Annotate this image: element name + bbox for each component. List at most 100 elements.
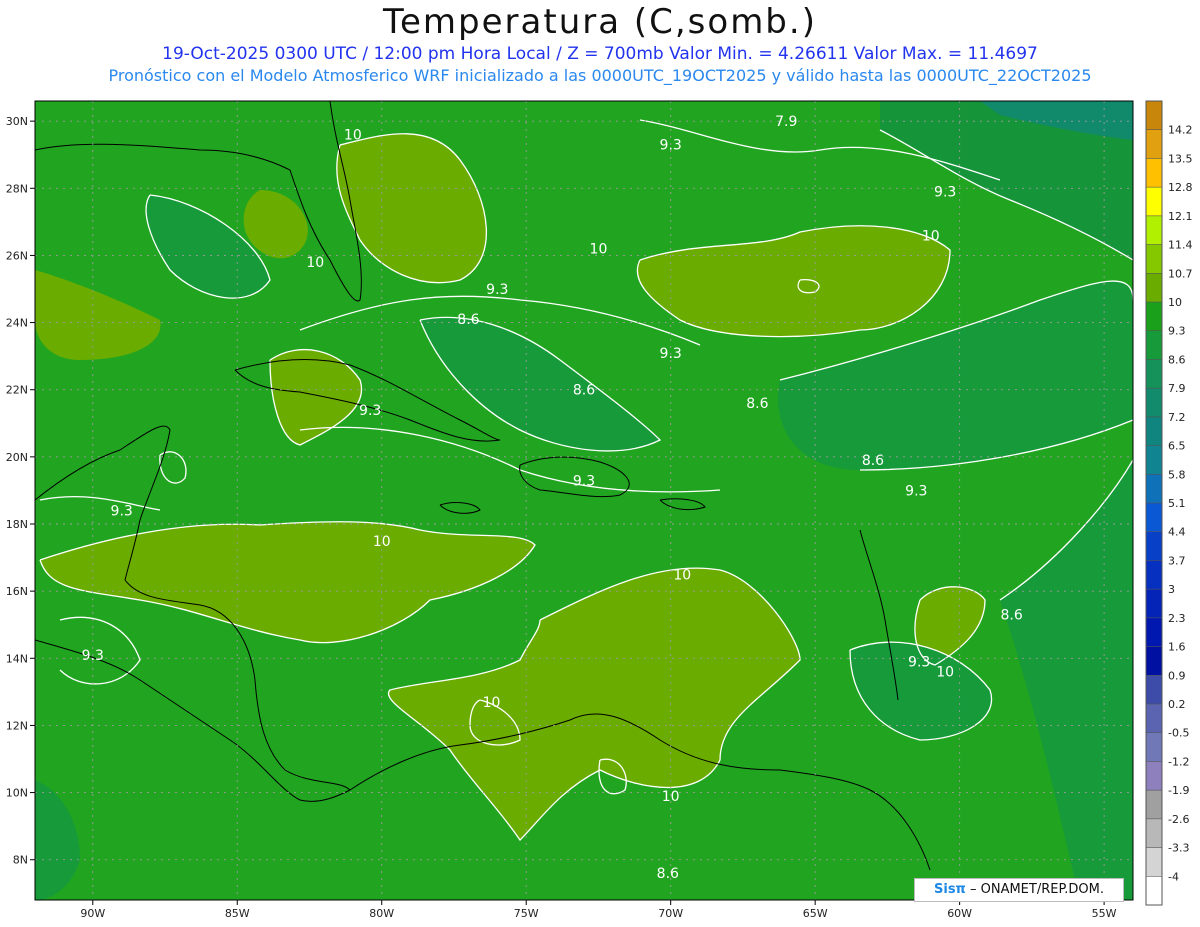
lon-tick-label: 85W bbox=[225, 907, 250, 920]
colorbar-label: 3 bbox=[1168, 583, 1175, 596]
contour-label: 10 bbox=[483, 695, 501, 711]
colorbar-swatch bbox=[1146, 474, 1162, 504]
colorbar-swatch bbox=[1146, 732, 1162, 762]
colorbar-swatch bbox=[1146, 330, 1162, 360]
contour-label: 10 bbox=[922, 228, 940, 244]
contour-label: 8.6 bbox=[1001, 608, 1023, 624]
colorbar-swatch bbox=[1146, 589, 1162, 619]
contour-label: 9.3 bbox=[359, 403, 381, 419]
lat-tick-label: 26N bbox=[6, 249, 28, 262]
lon-tick-label: 55W bbox=[1092, 907, 1117, 920]
contour-label: 9.3 bbox=[486, 282, 508, 298]
colorbar-label: -2.6 bbox=[1168, 813, 1189, 826]
contour-label: 10 bbox=[344, 128, 362, 144]
colorbar-swatch bbox=[1146, 675, 1162, 705]
colorbar-label: 5.8 bbox=[1168, 468, 1186, 481]
contour-label: 8.6 bbox=[746, 396, 768, 412]
lat-tick-label: 24N bbox=[6, 317, 28, 330]
contour-label: 10 bbox=[936, 665, 954, 681]
colorbar-label: -3.3 bbox=[1168, 842, 1189, 855]
lon-tick-label: 80W bbox=[369, 907, 394, 920]
colorbar-label: 0.2 bbox=[1168, 698, 1186, 711]
contour-label: 9.3 bbox=[82, 648, 104, 664]
colorbar-label: 13.5 bbox=[1168, 152, 1193, 165]
lat-tick-label: 8N bbox=[13, 854, 28, 867]
colorbar-label: -1.2 bbox=[1168, 755, 1189, 768]
colorbar-swatch bbox=[1146, 790, 1162, 820]
lat-tick-label: 14N bbox=[6, 652, 28, 665]
contour-label: 10 bbox=[590, 242, 608, 258]
contour-label: 10 bbox=[373, 534, 391, 550]
contour-label: 9.3 bbox=[660, 346, 682, 362]
lat-tick-label: 18N bbox=[6, 518, 28, 531]
colorbar-label: 10 bbox=[1168, 296, 1182, 309]
colorbar-label: 8.6 bbox=[1168, 353, 1186, 366]
contour-label: 9.3 bbox=[934, 185, 956, 201]
colorbar-label: 11.4 bbox=[1168, 239, 1193, 252]
lon-tick-label: 90W bbox=[80, 907, 105, 920]
colorbar-swatch bbox=[1146, 359, 1162, 389]
colorbar-label: -1.9 bbox=[1168, 784, 1189, 797]
colorbar-swatch bbox=[1146, 761, 1162, 791]
sispi-logo: Sisπ bbox=[934, 882, 966, 897]
colorbar-swatch bbox=[1146, 302, 1162, 332]
colorbar-swatch bbox=[1146, 187, 1162, 217]
colorbar-label: 2.3 bbox=[1168, 612, 1186, 625]
colorbar-swatch bbox=[1146, 273, 1162, 303]
lat-tick-label: 20N bbox=[6, 451, 28, 464]
colorbar-label: 3.7 bbox=[1168, 554, 1186, 567]
contour-label: 9.3 bbox=[660, 138, 682, 154]
lon-tick-label: 60W bbox=[947, 907, 972, 920]
colorbar-label: 5.1 bbox=[1168, 497, 1186, 510]
colorbar-label: 12.1 bbox=[1168, 210, 1193, 223]
colorbar-swatch bbox=[1146, 704, 1162, 734]
colorbar-label: 6.5 bbox=[1168, 440, 1186, 453]
colorbar-swatch bbox=[1146, 847, 1162, 877]
colorbar-label: 9.3 bbox=[1168, 325, 1186, 338]
colorbar-label: 1.6 bbox=[1168, 641, 1186, 654]
lat-tick-label: 30N bbox=[6, 115, 28, 128]
temperature-map: 10 7.9 9.3 9.3 10 10 10 9.3 8.6 9.3 8.6 8.6 9.3 8.6 9.… bbox=[6, 100, 1193, 920]
colorbar-swatch bbox=[1146, 531, 1162, 561]
lat-tick-label: 12N bbox=[6, 719, 28, 732]
contour-label: 8.6 bbox=[573, 383, 595, 399]
colorbar-label: -4 bbox=[1168, 870, 1179, 883]
contour-label: 8.6 bbox=[457, 312, 479, 328]
contour-label: 10 bbox=[662, 789, 680, 805]
contour-label: 8.6 bbox=[657, 866, 679, 882]
colorbar-swatch bbox=[1146, 244, 1162, 274]
contour-label: 7.9 bbox=[775, 114, 797, 130]
colorbar-swatch bbox=[1146, 876, 1162, 906]
colorbar-swatch bbox=[1146, 101, 1162, 131]
colorbar-swatch bbox=[1146, 129, 1162, 159]
colorbar-swatch bbox=[1146, 158, 1162, 188]
colorbar-swatch bbox=[1146, 215, 1162, 246]
contour-label: 9.3 bbox=[905, 483, 927, 499]
lat-tick-label: 28N bbox=[6, 182, 28, 195]
lat-tick-label: 22N bbox=[6, 384, 28, 397]
lon-tick-label: 75W bbox=[514, 907, 539, 920]
colorbar-label: 10.7 bbox=[1168, 267, 1193, 280]
colorbar-label: 4.4 bbox=[1168, 526, 1186, 539]
colorbar-label: 7.9 bbox=[1168, 382, 1186, 395]
lat-tick-label: 10N bbox=[6, 787, 28, 800]
colorbar-swatch bbox=[1146, 560, 1162, 590]
lon-tick-label: 65W bbox=[803, 907, 828, 920]
contour-label: 8.6 bbox=[862, 453, 884, 469]
colorbar-swatch bbox=[1146, 503, 1162, 533]
colorbar-swatch bbox=[1146, 445, 1162, 475]
colorbar-label: 0.9 bbox=[1168, 669, 1186, 682]
credit-box: Sisπ – ONAMET/REP.DOM. bbox=[914, 878, 1124, 902]
contour-label: 9.3 bbox=[908, 655, 930, 671]
contour-label: 9.3 bbox=[111, 504, 133, 520]
colorbar-swatch bbox=[1146, 416, 1162, 447]
colorbar-swatch bbox=[1146, 818, 1162, 849]
contour-label: 10 bbox=[306, 255, 324, 271]
lat-tick-label: 16N bbox=[6, 585, 28, 598]
colorbar-label: -0.5 bbox=[1168, 727, 1189, 740]
colorbar-label: 12.8 bbox=[1168, 181, 1193, 194]
contour-label: 10 bbox=[673, 567, 691, 583]
colorbar-label: 7.2 bbox=[1168, 411, 1186, 424]
credit-text: – ONAMET/REP.DOM. bbox=[965, 882, 1104, 897]
colorbar-swatch bbox=[1146, 617, 1162, 648]
